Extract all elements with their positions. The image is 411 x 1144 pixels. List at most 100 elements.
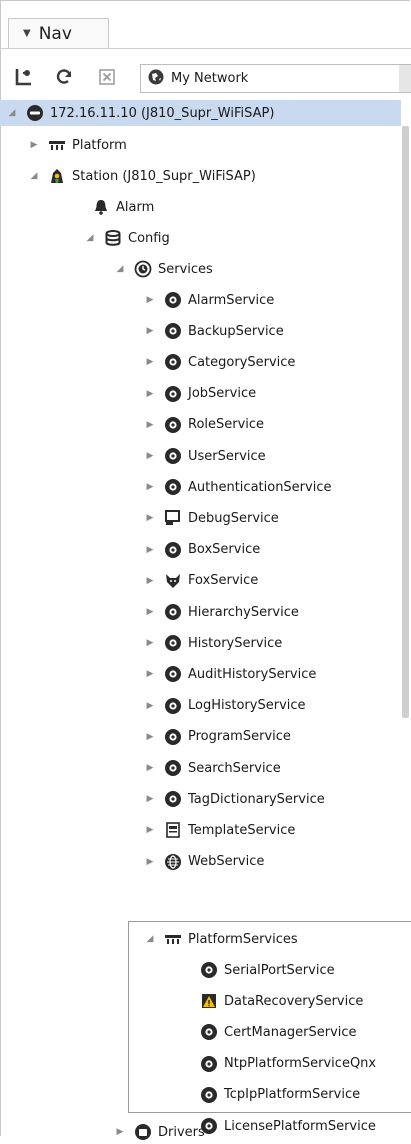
collapsed-arrow-icon[interactable]: ▶ xyxy=(144,701,156,711)
tree-item-label: SearchService xyxy=(188,760,281,776)
collapsed-arrow-icon[interactable]: ▶ xyxy=(144,482,156,492)
tree-item-label: CertManagerService xyxy=(224,1024,357,1040)
tree-item-platform[interactable]: ▶ Platform xyxy=(0,133,127,157)
cert-circle-icon xyxy=(200,1023,218,1041)
refresh-icon[interactable] xyxy=(51,58,77,96)
collapsed-arrow-icon[interactable]: ▶ xyxy=(144,513,156,523)
tree-item-label: Config xyxy=(128,230,170,246)
tree-item-userservice[interactable]: ▶ UserService xyxy=(0,444,266,468)
collapsed-arrow-icon[interactable]: ▶ xyxy=(144,420,156,430)
tree-item-host[interactable]: ◢ 172.16.11.10 (J810_Supr_WiFiSAP) xyxy=(0,100,401,126)
lock-circle-icon xyxy=(164,478,182,496)
tree-item-historyservice[interactable]: ▶ HistoryService xyxy=(0,631,282,655)
expand-arrow-icon[interactable]: ◢ xyxy=(114,264,126,274)
tree-item-roleservice[interactable]: ▶ RoleService xyxy=(0,413,264,437)
expand-arrow-icon[interactable]: ◢ xyxy=(28,171,40,181)
tree-item-label: BackupService xyxy=(188,323,284,339)
network-select[interactable]: My Network xyxy=(140,64,411,93)
tree-item-searchservice[interactable]: ▶ SearchService xyxy=(0,756,281,780)
tab-menu-caret-icon[interactable]: ▼ xyxy=(23,28,31,39)
tree-item-categoryservice[interactable]: ▶ CategoryService xyxy=(0,350,295,374)
drivers-icon xyxy=(134,1123,152,1141)
tree-item-tagdictionaryservice[interactable]: ▶ TagDictionaryService xyxy=(0,787,325,811)
host-icon xyxy=(26,104,44,122)
ntp-circle-icon xyxy=(200,1055,218,1073)
collapsed-arrow-icon[interactable]: ▶ xyxy=(144,638,156,648)
tab-bar: ▼ Nav xyxy=(8,18,409,48)
tree-item-debugservice[interactable]: ▶ DebugService xyxy=(0,506,279,530)
tree-item-programservice[interactable]: ▶ ProgramService xyxy=(0,725,291,749)
collapsed-arrow-icon[interactable]: ▶ xyxy=(144,794,156,804)
collapsed-arrow-icon[interactable]: ▶ xyxy=(144,451,156,461)
tree-item-label: AuthenticationService xyxy=(188,479,332,495)
history-circle-icon xyxy=(164,634,182,652)
tcpip-circle-icon xyxy=(200,1086,218,1104)
tree-item-alarm[interactable]: Alarm xyxy=(0,195,154,219)
program-circle-icon xyxy=(164,728,182,746)
nav-toolbar: My Network xyxy=(0,58,411,96)
tree-item-audithistoryservice[interactable]: ▶ AuditHistoryService xyxy=(0,662,316,686)
collapsed-arrow-icon[interactable]: ▶ xyxy=(144,669,156,679)
search-circle-icon xyxy=(164,759,182,777)
station-icon xyxy=(48,167,66,185)
collapsed-arrow-icon[interactable]: ▶ xyxy=(144,545,156,555)
tree-item-platform-services[interactable]: ◢ PlatformServices xyxy=(0,927,298,951)
collapsed-arrow-icon[interactable]: ▶ xyxy=(144,825,156,835)
tree-item-label: JobService xyxy=(188,386,257,402)
box-circle-icon xyxy=(164,541,182,559)
user-circle-icon xyxy=(164,447,182,465)
role-circle-icon xyxy=(164,416,182,434)
tab-divider xyxy=(0,48,411,49)
tree-item-hierarchyservice[interactable]: ▶ HierarchyService xyxy=(0,600,299,624)
tab-nav[interactable]: ▼ Nav xyxy=(8,18,109,48)
tree-item-services[interactable]: ◢ Services xyxy=(0,257,213,281)
tree-root-icon[interactable] xyxy=(12,58,36,96)
tree-item-serialportservice[interactable]: SerialPortService xyxy=(0,958,335,982)
expand-arrow-icon[interactable]: ◢ xyxy=(84,233,96,243)
scrollbar-thumb[interactable] xyxy=(402,126,409,718)
tree-item-label: PlatformServices xyxy=(188,931,298,947)
tree-item-boxservice[interactable]: ▶ BoxService xyxy=(0,538,260,562)
collapsed-arrow-icon[interactable]: ▶ xyxy=(144,295,156,305)
collapsed-arrow-icon[interactable]: ▶ xyxy=(144,326,156,336)
expand-arrow-icon[interactable]: ◢ xyxy=(6,108,18,118)
tree-item-label: FoxService xyxy=(188,573,259,589)
collapsed-arrow-icon[interactable]: ▶ xyxy=(144,357,156,367)
tree-item-templateservice[interactable]: ▶ TemplateService xyxy=(0,818,295,842)
bell-circle-icon xyxy=(164,291,182,309)
tree-item-webservice[interactable]: ▶ WebService xyxy=(0,850,264,874)
tree-item-certmanagerservice[interactable]: CertManagerService xyxy=(0,1020,357,1044)
collapsed-arrow-icon[interactable]: ▶ xyxy=(144,389,156,399)
tree-item-label: 172.16.11.10 (J810_Supr_WiFiSAP) xyxy=(50,105,275,121)
tree-item-label: LicensePlatformService xyxy=(224,1118,376,1134)
chevron-down-icon[interactable] xyxy=(399,65,411,92)
collapsed-arrow-icon[interactable]: ▶ xyxy=(28,140,40,150)
pie-circle-icon xyxy=(164,353,182,371)
tree-item-config[interactable]: ◢ Config xyxy=(0,226,170,250)
close-icon[interactable] xyxy=(94,58,120,96)
tree-item-tcpipplatformservice[interactable]: TcpIpPlatformService xyxy=(0,1083,360,1107)
expand-arrow-icon[interactable]: ◢ xyxy=(144,934,156,944)
tree-item-loghistoryservice[interactable]: ▶ LogHistoryService xyxy=(0,694,306,718)
collapsed-arrow-icon[interactable]: ▶ xyxy=(144,763,156,773)
tree-item-label: TcpIpPlatformService xyxy=(224,1087,361,1103)
tree-item-ntpplatformserviceqnx[interactable]: NtpPlatformServiceQnx xyxy=(0,1052,376,1076)
tree-item-backupservice[interactable]: ▶ BackupService xyxy=(0,319,284,343)
tree-item-alarmservice[interactable]: ▶ AlarmService xyxy=(0,288,274,312)
tree-item-authenticationservice[interactable]: ▶ AuthenticationService xyxy=(0,475,331,499)
tree-item-label: LogHistoryService xyxy=(188,698,306,714)
tree-item-label: Services xyxy=(158,261,213,277)
collapsed-arrow-icon[interactable]: ▶ xyxy=(144,576,156,586)
tree-item-label: RoleService xyxy=(188,417,265,433)
tree-item-label: CategoryService xyxy=(188,354,296,370)
tree-item-label: WebService xyxy=(188,854,265,870)
tree-item-datarecoveryservice[interactable]: DataRecoveryService xyxy=(0,989,363,1013)
tree-item-drivers[interactable]: ▶ Drivers xyxy=(0,1120,205,1144)
tree-item-jobservice[interactable]: ▶ JobService xyxy=(0,382,256,406)
collapsed-arrow-icon[interactable]: ▶ xyxy=(114,1127,126,1137)
tree-item-foxservice[interactable]: ▶ FoxService xyxy=(0,569,259,593)
collapsed-arrow-icon[interactable]: ▶ xyxy=(144,857,156,867)
collapsed-arrow-icon[interactable]: ▶ xyxy=(144,732,156,742)
tree-item-station[interactable]: ◢ Station (J810_Supr_WiFiSAP) xyxy=(0,164,256,188)
collapsed-arrow-icon[interactable]: ▶ xyxy=(144,607,156,617)
